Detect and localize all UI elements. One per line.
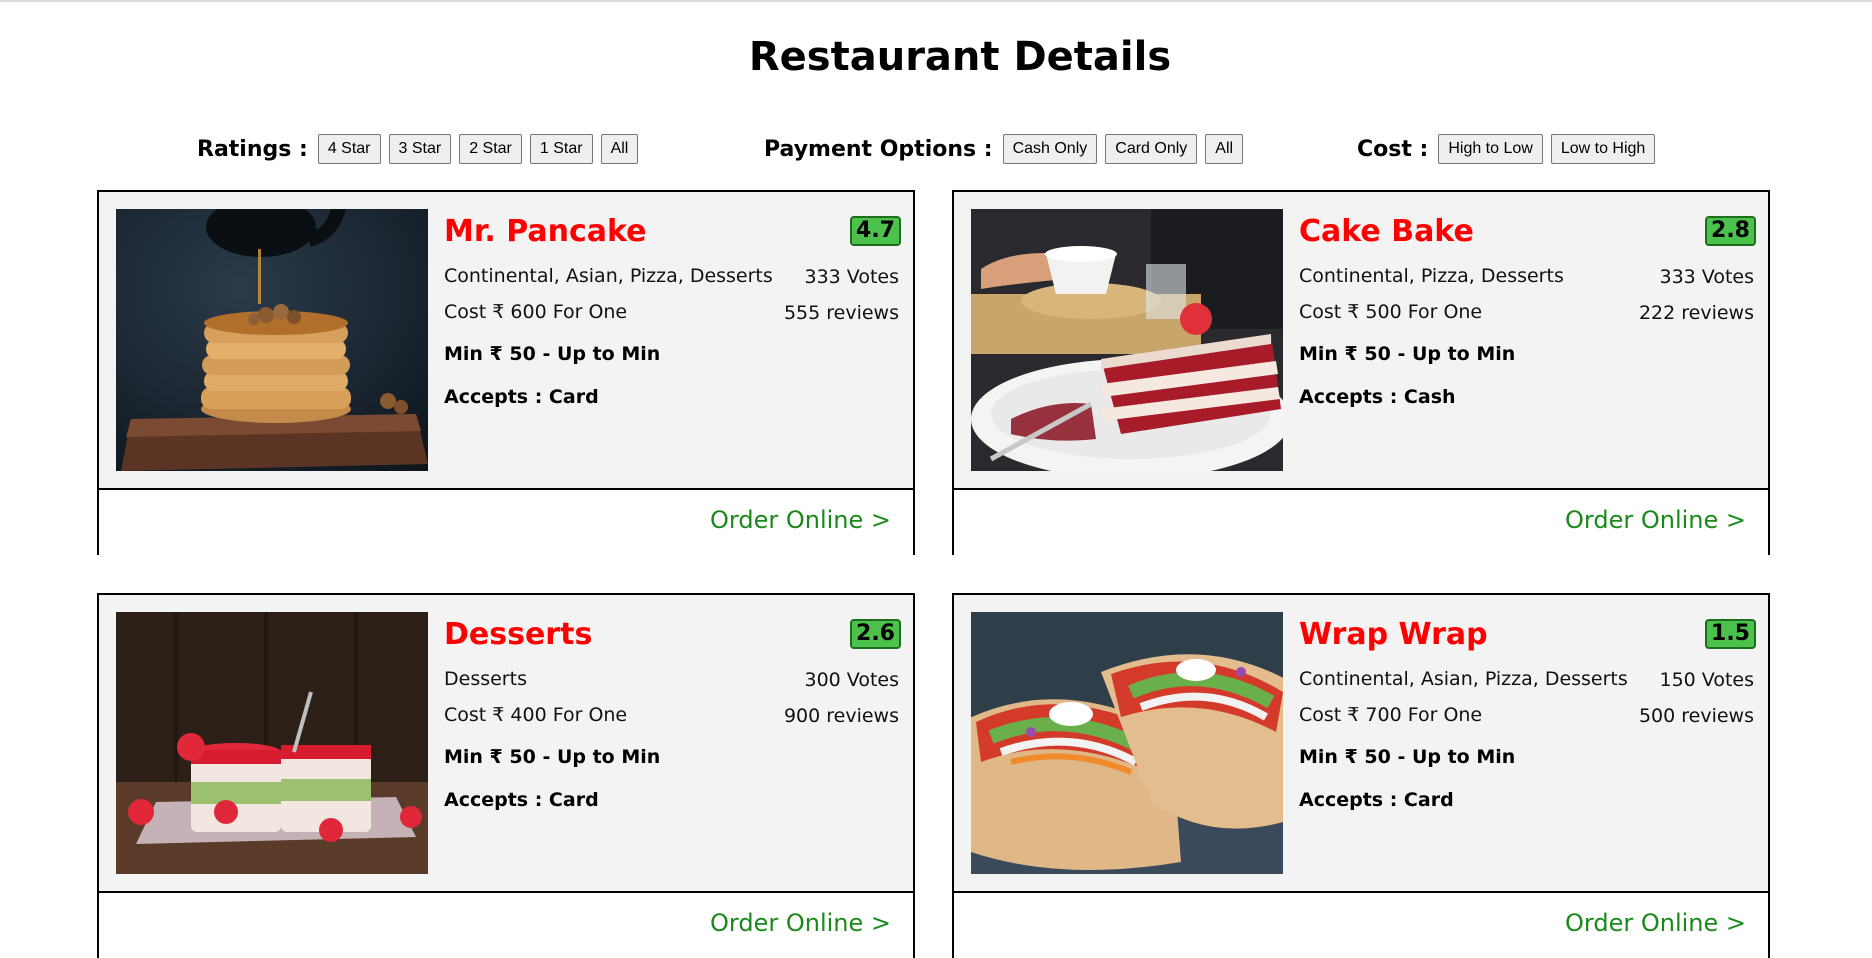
payment-filter: Payment Options : Cash Only Card Only Al…: [764, 134, 1244, 164]
votes-count: 150 Votes: [1659, 669, 1755, 691]
min-order-text: Min ₹ 50 - Up to Min: [444, 343, 661, 365]
min-order-text: Min ₹ 50 - Up to Min: [1299, 746, 1516, 768]
accepts-payment-text: Accepts : Cash: [1299, 386, 1456, 408]
order-online-link[interactable]: Order Online >: [710, 506, 891, 534]
cuisines-text: Continental, Asian, Pizza, Desserts: [1299, 668, 1628, 690]
order-online-link[interactable]: Order Online >: [1565, 909, 1746, 937]
accepts-payment-text: Accepts : Card: [444, 789, 599, 811]
min-order-text: Min ₹ 50 - Up to Min: [1299, 343, 1516, 365]
tacos-photo: [971, 612, 1283, 874]
restaurant-name[interactable]: Wrap Wrap: [1299, 617, 1488, 652]
card-footer: Order Online >: [954, 488, 1768, 555]
restaurant-name[interactable]: Desserts: [444, 617, 592, 652]
filter-3-star-button[interactable]: 3 Star: [388, 134, 452, 164]
payment-filter-label: Payment Options :: [764, 136, 993, 162]
dessert-cups-photo: [116, 612, 428, 874]
sort-low-to-high-button[interactable]: Low to High: [1550, 134, 1656, 164]
filter-all-ratings-button[interactable]: All: [600, 134, 639, 164]
filter-2-star-button[interactable]: 2 Star: [459, 134, 522, 164]
reviews-count: 900 reviews: [783, 705, 899, 727]
cuisines-text: Continental, Pizza, Desserts: [1299, 265, 1564, 287]
restaurant-name[interactable]: Cake Bake: [1299, 214, 1474, 249]
top-divider: [0, 0, 1872, 2]
votes-count: 333 Votes: [1659, 266, 1755, 288]
card-footer: Order Online >: [99, 891, 913, 958]
cake-photo: [971, 209, 1283, 471]
pancake-photo: [116, 209, 428, 471]
filter-all-payment-button[interactable]: All: [1205, 134, 1244, 164]
page-title: Restaurant Details: [748, 34, 1172, 80]
order-online-link[interactable]: Order Online >: [710, 909, 891, 937]
cuisines-text: Continental, Asian, Pizza, Desserts: [444, 265, 773, 287]
rating-badge: 4.7: [850, 216, 901, 246]
rating-badge: 2.8: [1705, 216, 1756, 246]
filter-cash-only-button[interactable]: Cash Only: [1002, 134, 1098, 164]
cost-text: Cost ₹ 700 For One: [1299, 704, 1483, 726]
ratings-filter: Ratings : 4 Star 3 Star 2 Star 1 Star Al…: [197, 134, 639, 164]
min-order-text: Min ₹ 50 - Up to Min: [444, 746, 661, 768]
reviews-count: 555 reviews: [783, 302, 899, 324]
restaurant-card: Wrap Wrap 1.5 Continental, Asian, Pizza,…: [952, 593, 1770, 958]
card-footer: Order Online >: [954, 891, 1768, 958]
restaurant-card: Desserts 2.6 Desserts 300 Votes Cost ₹ 4…: [97, 593, 915, 958]
order-online-link[interactable]: Order Online >: [1565, 506, 1746, 534]
votes-count: 300 Votes: [804, 669, 900, 691]
ratings-filter-label: Ratings :: [197, 136, 308, 162]
cost-text: Cost ₹ 400 For One: [444, 704, 628, 726]
cost-filter-label: Cost :: [1357, 136, 1429, 162]
filter-1-star-button[interactable]: 1 Star: [529, 134, 593, 164]
sort-high-to-low-button[interactable]: High to Low: [1438, 134, 1543, 164]
votes-count: 333 Votes: [804, 266, 900, 288]
restaurant-name[interactable]: Mr. Pancake: [444, 214, 647, 249]
card-footer: Order Online >: [99, 488, 913, 555]
reviews-count: 500 reviews: [1638, 705, 1754, 727]
accepts-payment-text: Accepts : Card: [1299, 789, 1454, 811]
restaurant-card: Cake Bake 2.8 Continental, Pizza, Desser…: [952, 190, 1770, 555]
rating-badge: 2.6: [850, 619, 901, 649]
cost-text: Cost ₹ 500 For One: [1299, 301, 1483, 323]
cost-filter: Cost : High to Low Low to High: [1357, 134, 1656, 164]
rating-badge: 1.5: [1705, 619, 1756, 649]
restaurant-card: Mr. Pancake 4.7 Continental, Asian, Pizz…: [97, 190, 915, 555]
accepts-payment-text: Accepts : Card: [444, 386, 599, 408]
cost-text: Cost ₹ 600 For One: [444, 301, 628, 323]
filter-card-only-button[interactable]: Card Only: [1105, 134, 1198, 164]
cuisines-text: Desserts: [444, 668, 527, 690]
reviews-count: 222 reviews: [1638, 302, 1754, 324]
filter-4-star-button[interactable]: 4 Star: [317, 134, 381, 164]
